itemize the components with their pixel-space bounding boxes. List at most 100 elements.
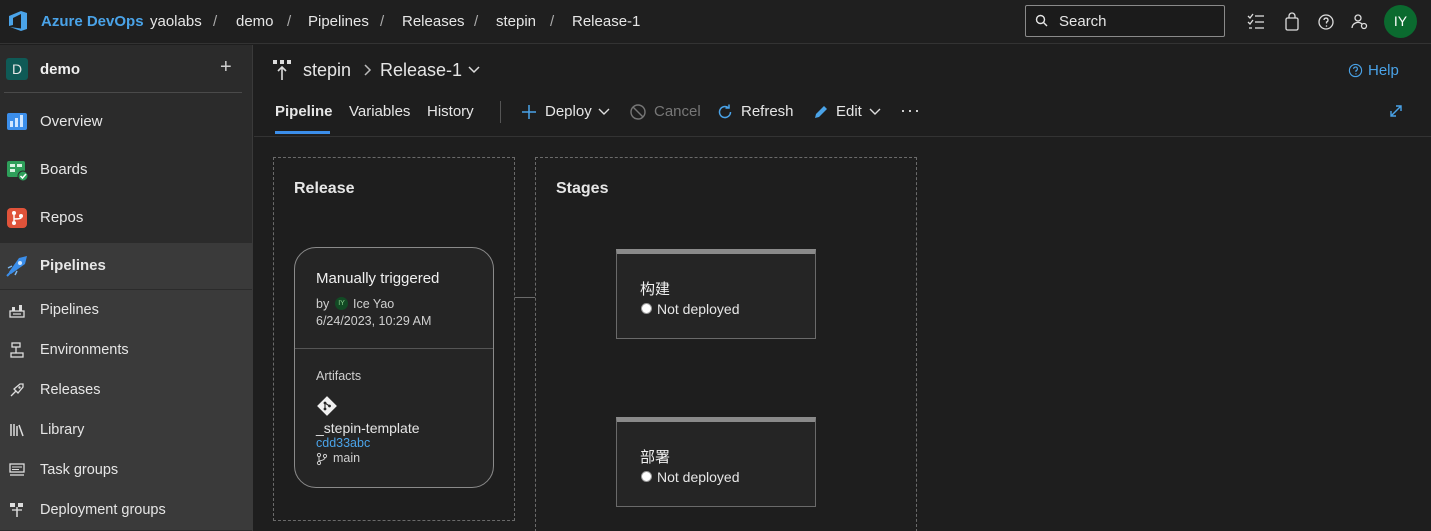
header-divider [254,136,1431,137]
breadcrumb-pipeline-name[interactable]: stepin [496,13,536,30]
release-name: Release-1 [380,60,463,80]
connector-line [515,297,535,298]
trigger-label: Manually triggered [316,270,440,287]
sidebar-subitem-releases[interactable]: Releases [0,370,253,410]
boards-icon [7,161,29,182]
plus-icon [522,105,536,119]
overview-icon [7,113,27,130]
top-bar: Azure DevOps yaolabs / demo / Pipelines … [0,0,1431,44]
sidebar-subitem-label: Deployment groups [40,502,166,518]
release-section-title: Release [294,180,355,197]
brand-link[interactable]: Azure DevOps [41,13,144,30]
stage-card-build[interactable]: 构建 Not deployed [616,249,816,339]
search-icon [1035,14,1048,27]
search-placeholder: Search [1059,13,1107,30]
sidebar-subitem-label: Pipelines [40,302,99,318]
breadcrumb-separator: / [550,13,555,30]
breadcrumb-pipelines[interactable]: Pipelines [308,13,369,30]
stages-section-title: Stages [556,180,609,197]
card-divider [295,348,493,349]
breadcrumb-release[interactable]: Release-1 [572,13,640,30]
breadcrumb-releases[interactable]: Releases [402,13,465,30]
task-groups-icon [9,463,25,476]
azure-devops-logo-icon[interactable] [6,9,30,33]
pipelines-sub-icon [9,305,25,318]
sidebar-subitem-label: Task groups [40,462,119,478]
sidebar-item-overview[interactable]: Overview [0,99,253,145]
sidebar-item-boards[interactable]: Boards [0,147,253,193]
sidebar-item-repos[interactable]: Repos [0,195,253,241]
task-list-icon[interactable] [1246,12,1266,32]
pipeline-name-link[interactable]: stepin [303,60,351,81]
user-avatar-small: IY [335,297,348,310]
release-artifact-card[interactable]: Manually triggered by IY Ice Yao 6/24/20… [294,247,494,488]
edit-button[interactable]: Edit [836,103,862,120]
artifacts-label: Artifacts [316,369,362,383]
sidebar-subitem-pipelines[interactable]: Pipelines [0,290,253,330]
cancel-button[interactable]: Cancel [654,103,701,120]
git-icon [317,396,337,416]
deploy-button[interactable]: Deploy [545,103,592,120]
tab-history[interactable]: History [427,103,474,120]
sidebar: D demo + Overview Boards Repos Pipelines… [0,45,253,531]
tab-pipeline[interactable]: Pipeline [275,103,333,120]
sidebar-subitem-label: Environments [40,342,129,358]
commit-link[interactable]: cdd33abc [316,436,370,450]
repos-icon [7,208,27,228]
user-avatar[interactable]: IY [1384,5,1417,38]
sidebar-divider [4,92,242,93]
help-circle-icon[interactable] [1316,12,1336,32]
sidebar-item-label: Boards [40,161,88,178]
chevron-right-icon [364,64,372,76]
toolbar-divider [500,101,501,123]
trigger-date: 6/24/2023, 10:29 AM [316,314,432,328]
stage-card-deploy[interactable]: 部署 Not deployed [616,417,816,507]
status-dot-icon [641,303,652,314]
artifact-name: _stepin-template [316,420,420,436]
help-icon[interactable] [1348,63,1363,78]
breadcrumb-separator: / [213,13,218,30]
breadcrumb-project[interactable]: demo [236,13,274,30]
sidebar-item-label: Repos [40,209,84,226]
add-icon[interactable]: + [220,57,232,77]
user-settings-icon[interactable] [1350,12,1370,32]
more-options-button[interactable]: ··· [900,100,921,121]
sidebar-subitem-label: Releases [40,382,101,398]
breadcrumb-separator: / [380,13,385,30]
tab-variables[interactable]: Variables [349,103,410,120]
search-box[interactable]: Search [1025,5,1225,37]
pencil-icon [815,106,827,118]
chevron-down-icon[interactable] [869,108,881,116]
sidebar-subitem-deployment-groups[interactable]: Deployment groups [0,490,253,530]
status-dot-icon [641,471,652,482]
stage-status: Not deployed [657,301,740,317]
deployment-groups-icon [10,503,23,517]
triggered-by-user: Ice Yao [353,297,395,311]
project-avatar[interactable]: D [6,58,28,80]
tab-active-indicator [275,131,330,134]
sidebar-subitem-task-groups[interactable]: Task groups [0,450,253,490]
stage-name: 部署 [640,449,671,466]
branch-icon [316,452,328,466]
expand-icon[interactable] [1388,103,1404,119]
chevron-down-icon[interactable] [598,108,610,116]
library-icon [10,424,24,437]
releases-icon [10,383,24,397]
help-link[interactable]: Help [1368,62,1399,79]
marketplace-bag-icon[interactable] [1282,12,1302,32]
pipelines-icon [6,256,27,277]
stage-name: 构建 [640,281,671,298]
sidebar-subitem-library[interactable]: Library [0,410,253,450]
sidebar-subitem-environments[interactable]: Environments [0,330,253,370]
refresh-button[interactable]: Refresh [741,103,794,120]
sidebar-item-label: Overview [40,113,103,130]
breadcrumb-separator: / [474,13,479,30]
sidebar-item-label: Pipelines [40,257,106,274]
sidebar-item-pipelines[interactable]: Pipelines [0,243,253,289]
chevron-down-icon[interactable] [467,65,481,75]
cancel-icon [630,104,646,120]
branch-name: main [333,451,361,465]
project-name[interactable]: demo [40,61,80,78]
breadcrumb-separator: / [287,13,292,30]
breadcrumb-org[interactable]: yaolabs [150,13,202,30]
